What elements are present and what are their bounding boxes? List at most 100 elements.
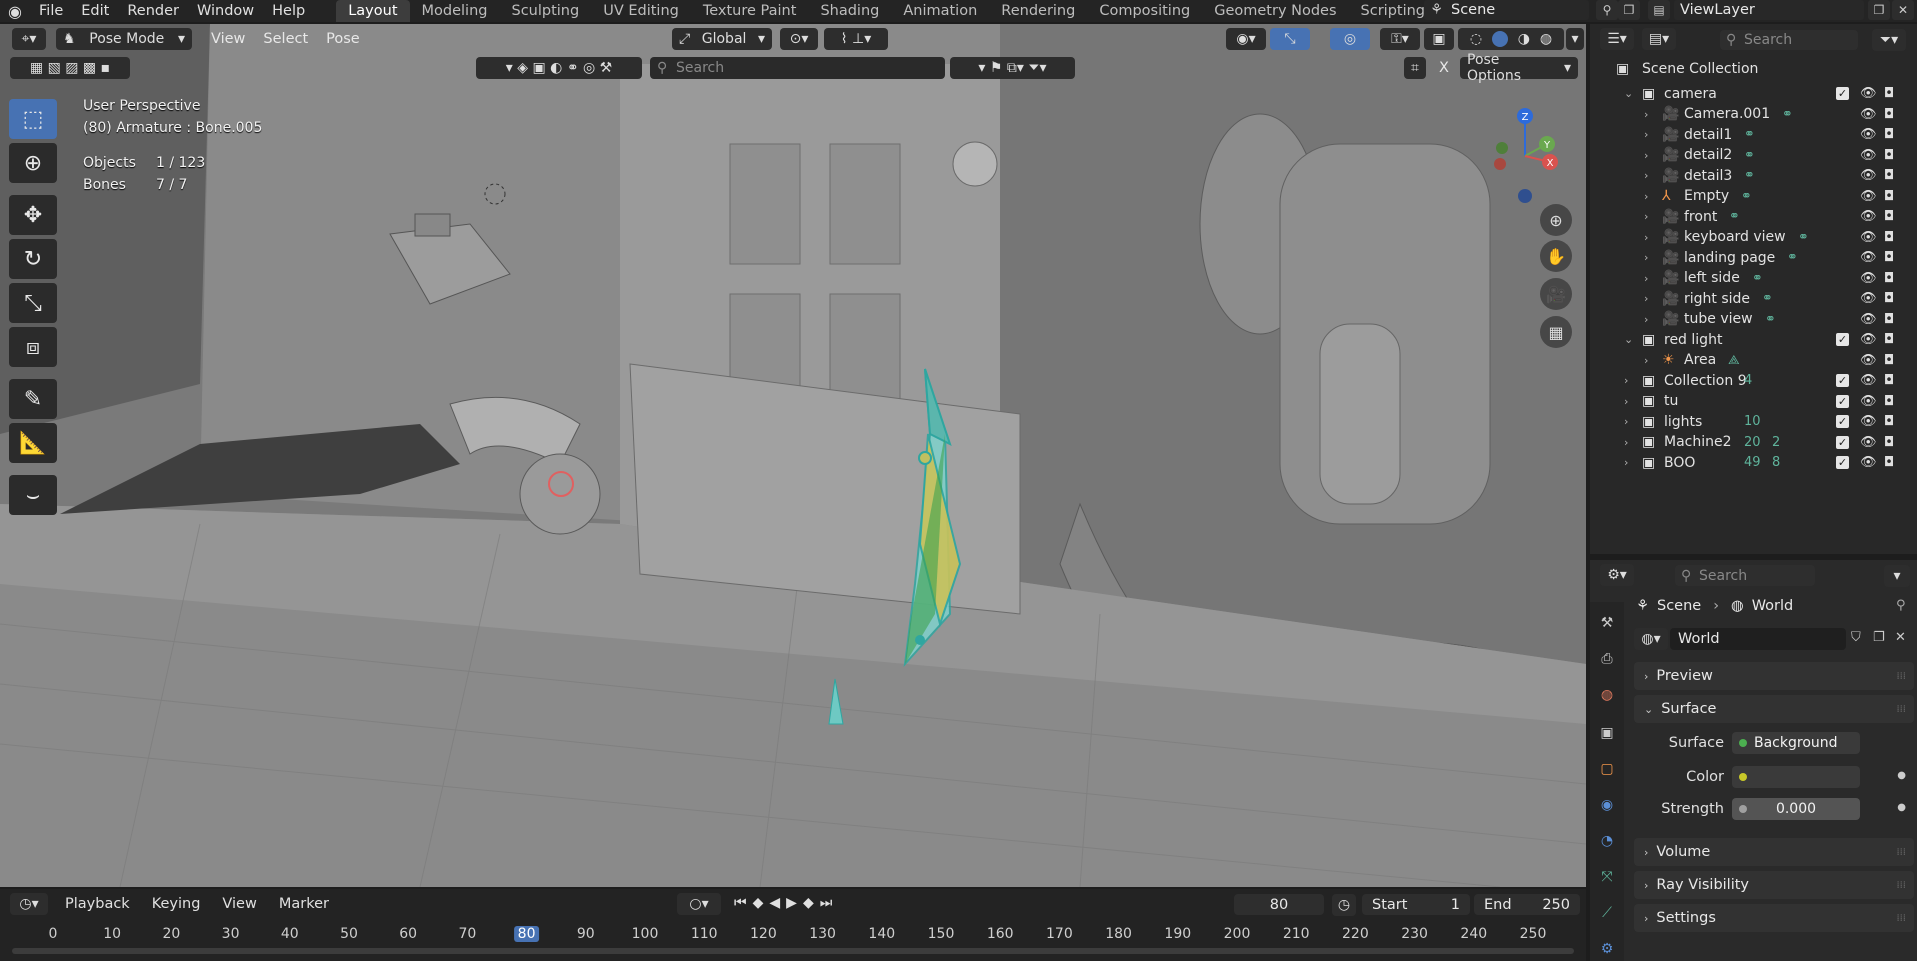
chevron-right-icon[interactable]: › [1644, 272, 1656, 285]
camera-data-icon[interactable]: ⚭ [1762, 291, 1773, 306]
visibility-eye-icon[interactable]: 👁 [1860, 86, 1877, 101]
annotate-tool-icon[interactable]: ✎ [9, 379, 57, 419]
shading-modes[interactable]: ◌ ◑ ◍ [1458, 28, 1564, 50]
pivot-point-icon[interactable]: ⊙▾ [780, 28, 818, 50]
child-count-badge[interactable]: 2 [1772, 435, 1780, 450]
collection-row[interactable]: › ▣ BOO 49 8 ✓ 👁 ◘ [1590, 450, 1917, 475]
tab-geometry-nodes[interactable]: Geometry Nodes [1202, 0, 1348, 22]
menu-window[interactable]: Window [188, 0, 263, 22]
tab-shading[interactable]: Shading [808, 0, 891, 22]
xray-toggle-icon[interactable]: ▣ [1424, 28, 1454, 50]
render-camera-icon[interactable]: ◘ [1884, 250, 1894, 265]
visibility-eye-icon[interactable]: 👁 [1860, 127, 1877, 142]
solid-shading-icon[interactable] [1491, 31, 1508, 47]
camera-data-icon[interactable]: ⚭ [1798, 230, 1809, 245]
rendered-shading-icon[interactable]: ◍ [1540, 31, 1552, 47]
rotate-tool-icon[interactable]: ↻ [9, 239, 57, 279]
settings-panel-header[interactable]: › Settings ⁞⁞⁞ [1634, 904, 1914, 932]
editor-type-icon[interactable]: ⌖▾ [12, 28, 46, 50]
blender-logo-icon[interactable]: ◉ [0, 0, 30, 22]
ray-visibility-panel-header[interactable]: › Ray Visibility ⁞⁞⁞ [1634, 871, 1914, 899]
auto-keying-icon[interactable]: ○▾ [677, 893, 721, 915]
viewport-search-input[interactable]: ⚲ Search [650, 57, 945, 79]
drag-grip-icon[interactable]: ⁞⁞⁞ [1896, 671, 1906, 682]
scene-selector[interactable]: ⚘ Scene [1424, 0, 1589, 20]
child-count-badge[interactable]: 20 [1744, 435, 1761, 450]
visibility-eye-icon[interactable]: 👁 [1860, 312, 1877, 327]
perspective-toggle-icon[interactable]: ▦ [1540, 316, 1572, 348]
properties-editor-type-icon[interactable]: ⚙▾ [1600, 564, 1634, 586]
render-camera-icon[interactable]: ◘ [1884, 127, 1894, 142]
timeline-ruler[interactable]: 0 10 20 30 40 50 60 70 80 90 100 110 120 130 140 150 160… [0, 924, 1586, 961]
world-name-field[interactable]: World [1670, 628, 1846, 650]
pin-scene-icon[interactable]: ⚲ [1596, 0, 1618, 20]
visibility-eye-icon[interactable]: 👁 [1860, 250, 1877, 265]
chevron-right-icon[interactable]: › [1624, 415, 1636, 428]
visibility-eye-icon[interactable]: 👁 [1860, 394, 1877, 409]
chevron-right-icon[interactable]: › [1624, 456, 1636, 469]
timeline-scrollbar[interactable] [12, 948, 1574, 954]
tab-animation[interactable]: Animation [891, 0, 989, 22]
exclude-checkbox[interactable]: ✓ [1836, 87, 1849, 100]
visibility-eye-icon[interactable]: 👁 [1860, 332, 1877, 347]
color-swatch[interactable] [1732, 766, 1860, 788]
next-keyframe-icon[interactable]: ◆ [803, 895, 814, 911]
chevron-right-icon[interactable]: › [1644, 108, 1656, 121]
xray-icon[interactable]: ⚿▾ [1380, 28, 1420, 50]
chevron-right-icon[interactable]: › [1624, 395, 1636, 408]
menu-pose[interactable]: Pose [317, 31, 369, 47]
visibility-eye-icon[interactable]: 👁 [1860, 353, 1877, 368]
pose-options-dropdown[interactable]: Pose Options ▾ [1460, 52, 1578, 84]
chevron-right-icon[interactable]: › [1624, 374, 1636, 387]
properties-options-icon[interactable]: ▾ [1884, 565, 1910, 587]
prev-keyframe-icon[interactable]: ◆ [753, 895, 764, 911]
chevron-right-icon[interactable]: › [1644, 210, 1656, 223]
tab-layout[interactable]: Layout [336, 0, 410, 22]
menu-playback[interactable]: Playback [54, 896, 141, 912]
exclude-checkbox[interactable]: ✓ [1836, 415, 1849, 428]
pin-icon[interactable]: ⚲ [1896, 598, 1906, 613]
move-tool-icon[interactable]: ✥ [9, 195, 57, 235]
x-mirror-label[interactable]: X [1430, 60, 1458, 76]
measure-tool-icon[interactable]: 📐 [9, 423, 57, 463]
child-count-badge[interactable]: 8 [1772, 455, 1780, 470]
surface-shader-selector[interactable]: Background [1732, 732, 1860, 754]
tab-rendering[interactable]: Rendering [989, 0, 1087, 22]
scale-tool-icon[interactable]: ⤡ [9, 283, 57, 323]
exclude-checkbox[interactable]: ✓ [1836, 394, 1849, 408]
filter-icon[interactable]: ⏷▾ [1872, 29, 1906, 51]
render-camera-icon[interactable]: ◘ [1884, 168, 1894, 183]
visibility-eye-icon[interactable]: 👁 [1860, 189, 1877, 204]
camera-view-icon[interactable]: 🎥 [1540, 278, 1572, 310]
data-tab-icon[interactable]: ⚙ [1596, 938, 1618, 960]
camera-data-icon[interactable]: ⚭ [1744, 168, 1755, 183]
menu-help[interactable]: Help [263, 0, 314, 22]
playhead-frame-label[interactable]: 80 [513, 926, 540, 942]
unlink-world-icon[interactable]: ✕ [1895, 630, 1906, 645]
child-count-badge[interactable]: 4 [1744, 373, 1752, 388]
menu-render[interactable]: Render [118, 0, 188, 22]
strength-field[interactable]: 0.000 [1732, 798, 1860, 820]
chevron-right-icon[interactable]: › [1644, 354, 1656, 367]
navigation-gizmo[interactable]: Z Y X [1472, 96, 1578, 222]
preview-panel-header[interactable]: › Preview ⁞⁞⁞ [1634, 662, 1914, 690]
chevron-right-icon[interactable]: › [1644, 251, 1656, 264]
camera-data-icon[interactable]: ⚭ [1787, 250, 1798, 265]
drag-grip-icon[interactable]: ⁞⁞⁞ [1896, 847, 1906, 858]
camera-data-icon[interactable]: ⚭ [1729, 209, 1740, 224]
new-view-layer-icon[interactable]: ❐ [1868, 0, 1890, 20]
modifier-tab-icon[interactable]: ◉ [1596, 794, 1618, 816]
chevron-right-icon[interactable]: › [1644, 190, 1656, 203]
play-reverse-icon[interactable]: ◀ [769, 895, 780, 911]
chevron-down-icon[interactable]: ⌄ [1624, 333, 1636, 346]
surface-panel-header[interactable]: ⌄ Surface ⁞⁞⁞ [1634, 695, 1914, 723]
render-camera-icon[interactable]: ◘ [1884, 86, 1894, 101]
play-icon[interactable]: ▶ [786, 895, 797, 911]
menu-file[interactable]: File [30, 0, 72, 22]
render-camera-icon[interactable]: ◘ [1884, 271, 1894, 286]
zoom-icon[interactable]: ⊕ [1540, 204, 1572, 236]
object-tab-icon[interactable]: ▢ [1596, 758, 1618, 780]
selection-mode-icons[interactable]: ▦ ▧ ▨ ▩ ▪ [10, 57, 130, 79]
3d-viewport[interactable]: ⌖▾ ♞ Pose Mode ▾ View Select Pose ⤢ Glob… [0, 24, 1586, 887]
menu-select[interactable]: Select [254, 31, 317, 47]
